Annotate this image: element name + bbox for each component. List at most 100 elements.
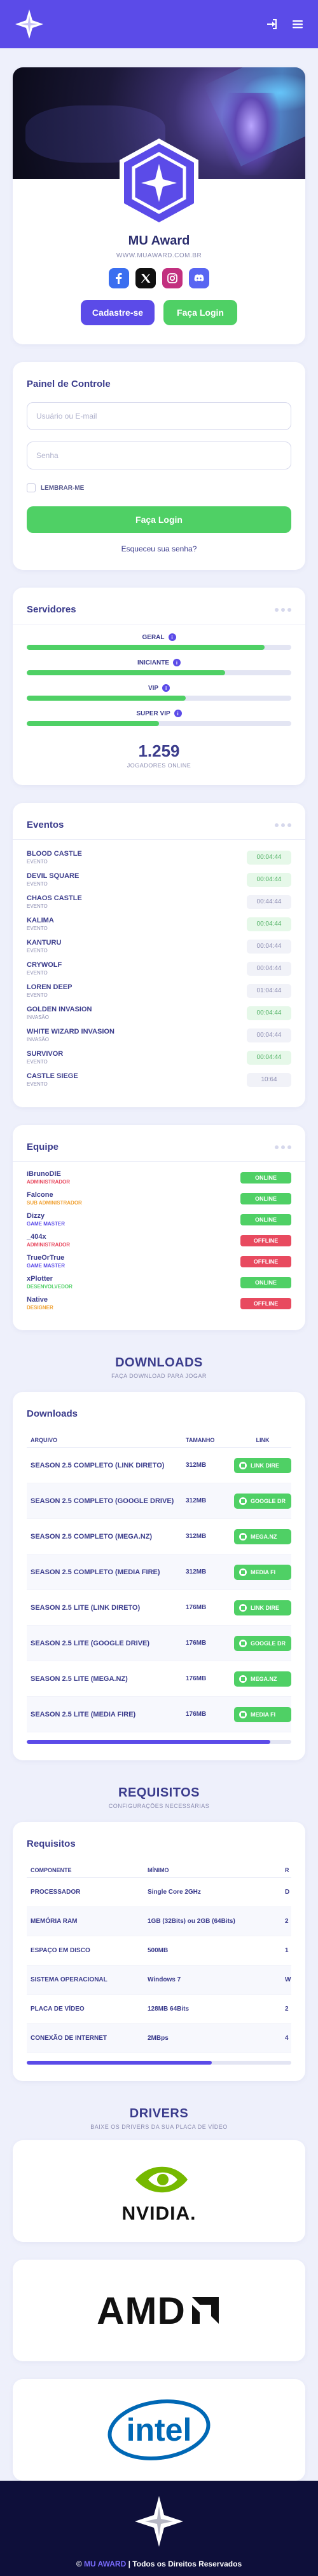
downloads-table: ARQUIVO TAMANHO LINK SEASON 2.5 COMPLETO… bbox=[27, 1433, 291, 1732]
staff-card: Equipe iBrunoDIE ADMINISTRADOR ONLINE Falco… bbox=[13, 1125, 305, 1330]
staff-role: GAME MASTER bbox=[27, 1221, 65, 1227]
download-icon bbox=[239, 1461, 247, 1469]
downloads-scrollbar[interactable] bbox=[27, 1740, 291, 1744]
nvidia-driver-card[interactable]: NVIDIA. bbox=[13, 2140, 305, 2242]
info-icon[interactable]: i bbox=[162, 684, 170, 692]
panel-login-button[interactable]: Faça Login bbox=[27, 506, 291, 533]
requirements-table-header: COMPONENTE MÍNIMO R bbox=[27, 1863, 291, 1878]
download-file-name: SEASON 2.5 COMPLETO (MEGA.NZ) bbox=[31, 1532, 153, 1541]
intel-logo: intel bbox=[105, 2395, 213, 2465]
staff-name: Dizzy bbox=[27, 1212, 45, 1220]
download-link-button[interactable]: GOOGLE DR bbox=[234, 1635, 291, 1651]
event-timer: 00:44:44 bbox=[247, 894, 291, 909]
downloads-table-header: ARQUIVO TAMANHO LINK bbox=[27, 1433, 291, 1448]
download-link-button[interactable]: LINK DIRE bbox=[234, 1457, 291, 1473]
event-timer: 10:64 bbox=[247, 1072, 291, 1087]
amd-driver-card[interactable]: AMD bbox=[13, 2260, 305, 2361]
event-timer: 00:04:44 bbox=[247, 1006, 291, 1020]
table-row: SEASON 2.5 LITE (MEGA.NZ) 176MB MEGA.NZ bbox=[27, 1661, 291, 1697]
requirements-table: COMPONENTE MÍNIMO R PROCESSADOR Single Co… bbox=[27, 1863, 291, 2053]
hero-card: MU Award WWW.MUAWARD.COM.BR Cadastre-se … bbox=[13, 67, 305, 344]
intel-driver-card[interactable]: intel bbox=[13, 2379, 305, 2481]
event-row: DEVIL SQUARE EVENTO 00:04:44 bbox=[27, 868, 291, 891]
download-link-button[interactable]: MEDIA FI bbox=[234, 1564, 291, 1580]
footer-logo-icon bbox=[135, 2496, 183, 2547]
info-icon[interactable]: i bbox=[174, 710, 182, 717]
download-link-button[interactable]: GOOGLE DR bbox=[234, 1493, 291, 1509]
requirements-heading: REQUISITOS bbox=[118, 1786, 200, 1800]
table-row: SEASON 2.5 COMPLETO (MEGA.NZ) 312MB MEGA.N… bbox=[27, 1519, 291, 1554]
table-row: SEASON 2.5 LITE (GOOGLE DRIVE) 176MB GOOGL… bbox=[27, 1626, 291, 1661]
forgot-password-link[interactable]: Esqueceu sua senha? bbox=[27, 544, 291, 553]
password-input[interactable]: Senha bbox=[27, 442, 291, 469]
download-icon bbox=[239, 1603, 247, 1612]
event-timer: 00:04:44 bbox=[247, 1028, 291, 1042]
downloads-heading: DOWNLOADS bbox=[115, 1356, 203, 1370]
requirement-recommended: W bbox=[285, 1976, 291, 1983]
menu-icon[interactable] bbox=[291, 18, 304, 30]
staff-role: ADMINISTRADOR bbox=[27, 1242, 70, 1248]
x-icon[interactable] bbox=[135, 268, 156, 288]
download-file-size: 312MB bbox=[186, 1462, 207, 1469]
download-file-name: SEASON 2.5 LITE (MEGA.NZ) bbox=[31, 1675, 128, 1683]
more-dots-icon[interactable] bbox=[275, 1145, 291, 1149]
staff-name: iBrunoDIE bbox=[27, 1170, 61, 1178]
download-file-size: 176MB bbox=[186, 1640, 207, 1647]
remember-checkbox[interactable] bbox=[27, 483, 36, 492]
control-panel-title: Painel de Controle bbox=[27, 379, 111, 389]
more-dots-icon[interactable] bbox=[275, 823, 291, 827]
event-type: EVENTO bbox=[27, 859, 48, 865]
server-load-fill bbox=[27, 670, 225, 675]
table-row: PROCESSADOR Single Core 2GHz D bbox=[27, 1878, 291, 1907]
download-link-button[interactable]: MEGA.NZ bbox=[234, 1671, 291, 1687]
logo-icon[interactable] bbox=[13, 8, 46, 41]
table-row: SEASON 2.5 LITE (LINK DIRETO) 176MB LINK D… bbox=[27, 1590, 291, 1626]
requirements-scrollbar[interactable] bbox=[27, 2061, 291, 2065]
download-link-button[interactable]: MEGA.NZ bbox=[234, 1528, 291, 1544]
staff-row: Dizzy GAME MASTER ONLINE bbox=[27, 1209, 291, 1230]
download-link-button[interactable]: LINK DIRE bbox=[234, 1600, 291, 1615]
requirement-recommended: 2 bbox=[285, 1918, 289, 1925]
facebook-icon[interactable] bbox=[109, 268, 129, 288]
info-icon[interactable]: i bbox=[173, 659, 181, 666]
download-file-size: 312MB bbox=[186, 1497, 207, 1504]
staff-status-badge: ONLINE bbox=[240, 1171, 291, 1183]
mega-icon bbox=[239, 1532, 247, 1541]
event-info: CHAOS CASTLE EVENTO bbox=[27, 894, 82, 909]
login-button[interactable]: Faça Login bbox=[163, 300, 237, 325]
instagram-icon[interactable] bbox=[162, 268, 183, 288]
register-button[interactable]: Cadastre-se bbox=[81, 300, 155, 325]
login-icon[interactable] bbox=[266, 18, 279, 30]
server-load-bar bbox=[27, 645, 291, 650]
event-info: WHITE WIZARD INVASION INVASÃO bbox=[27, 1028, 114, 1042]
table-row: SEASON 2.5 COMPLETO (LINK DIRETO) 312MB LI… bbox=[27, 1448, 291, 1483]
download-link-label: MEDIA FI bbox=[251, 1568, 276, 1575]
download-link-label: MEGA.NZ bbox=[251, 1533, 277, 1540]
servers-card: Servidores GERAL i INICIANTE i VIP i SUPER VIP… bbox=[13, 588, 305, 785]
info-icon[interactable]: i bbox=[168, 633, 176, 641]
staff-role: DESIGNER bbox=[27, 1305, 53, 1311]
username-input[interactable]: Usuário ou E-mail bbox=[27, 402, 291, 430]
event-type: EVENTO bbox=[27, 1059, 48, 1065]
download-link-label: GOOGLE DR bbox=[251, 1497, 286, 1504]
more-dots-icon[interactable] bbox=[275, 607, 291, 612]
event-row: CASTLE SIEGE EVENTO 10:64 bbox=[27, 1069, 291, 1091]
staff-info: TrueOrTrue GAME MASTER bbox=[27, 1254, 65, 1269]
event-name: BLOOD CASTLE bbox=[27, 850, 82, 858]
event-timer: 00:04:44 bbox=[247, 939, 291, 954]
server-load-bar bbox=[27, 670, 291, 675]
server-emblem bbox=[120, 138, 198, 227]
copyright-text: © MU AWARD | Todos os Direitos Reservado… bbox=[76, 2559, 242, 2568]
requirement-recommended: D bbox=[285, 1889, 290, 1896]
event-name: KALIMA bbox=[27, 917, 54, 924]
staff-title: Equipe bbox=[27, 1142, 59, 1152]
server-item: GERAL i bbox=[27, 633, 291, 650]
server-load-fill bbox=[27, 696, 186, 701]
social-links bbox=[13, 268, 305, 288]
discord-icon[interactable] bbox=[189, 268, 209, 288]
control-panel-card: Painel de Controle Usuário ou E-mail Sen… bbox=[13, 362, 305, 570]
event-timer: 00:04:44 bbox=[247, 850, 291, 865]
staff-role: DESENVOLVEDOR bbox=[27, 1284, 73, 1290]
download-link-button[interactable]: MEDIA FI bbox=[234, 1706, 291, 1722]
remember-me[interactable]: LEMBRAR-ME bbox=[27, 483, 291, 492]
